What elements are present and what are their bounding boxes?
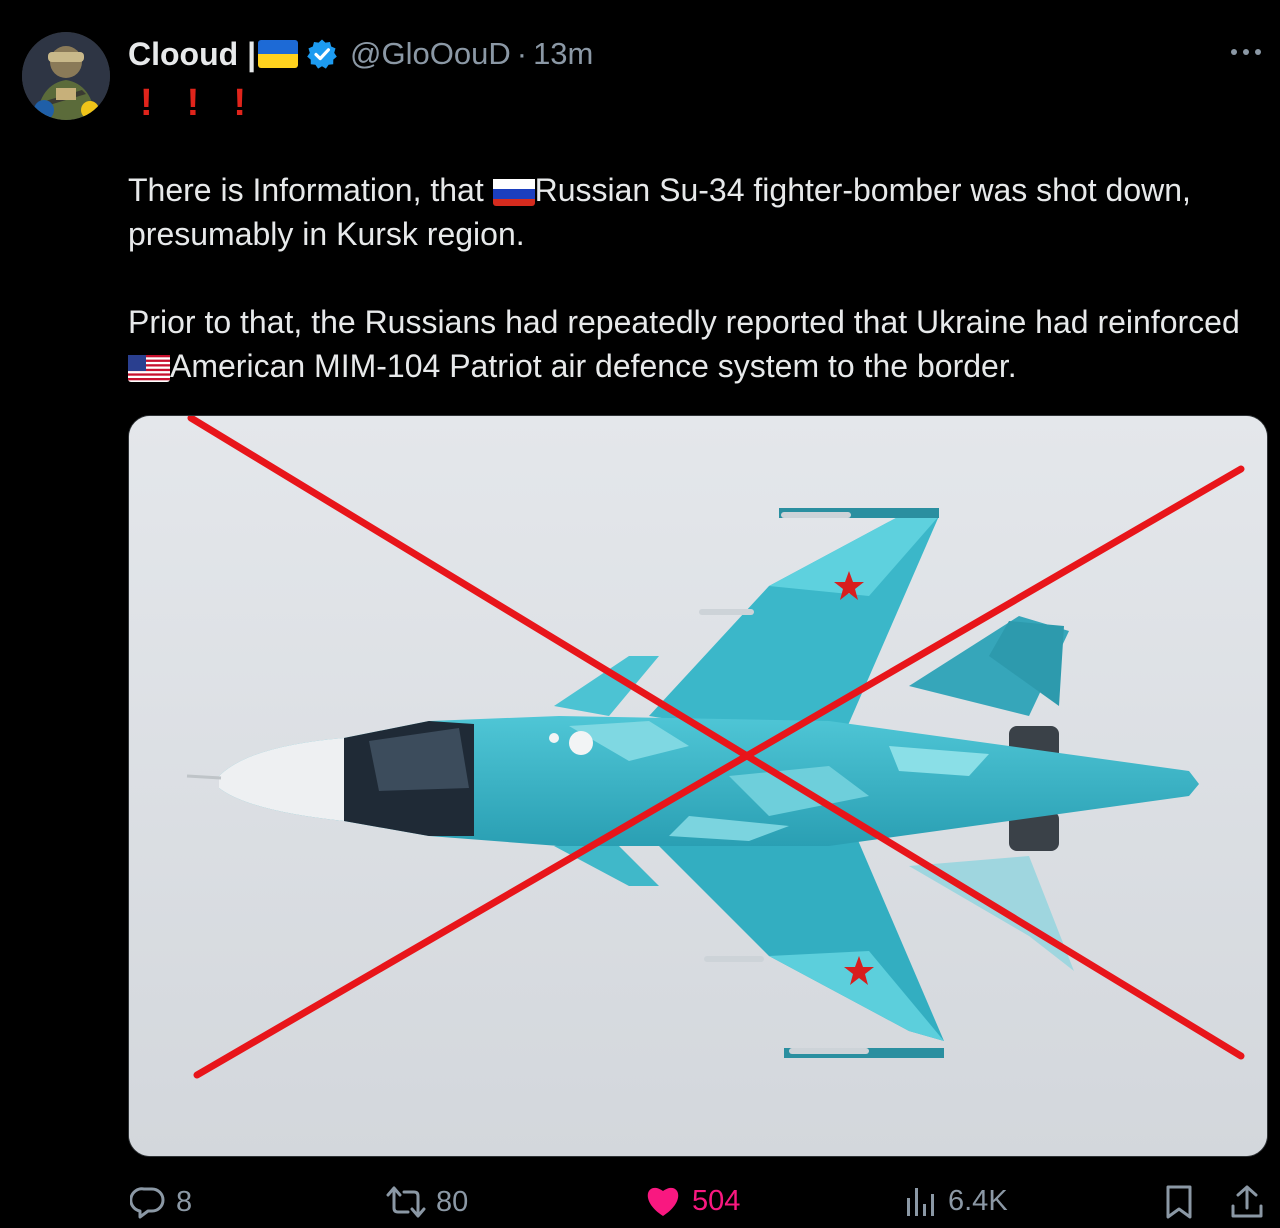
heart-icon bbox=[647, 1187, 679, 1216]
tweet-body: There is Information, that Russian Su-34… bbox=[128, 168, 1258, 432]
more-options-icon[interactable] bbox=[1226, 40, 1266, 64]
action-bar: 8 80 504 6.4K bbox=[0, 1178, 1280, 1228]
exclamation-row: ! ! ! bbox=[140, 82, 246, 124]
reply-button[interactable]: 8 bbox=[130, 1184, 192, 1220]
paragraph-text: Prior to that, the Russians had repeated… bbox=[128, 304, 1240, 340]
tweet: Clooud | @GloOouD · 13m ! ! ! There is I… bbox=[0, 0, 1280, 1228]
view-count: 6.4K bbox=[948, 1184, 1008, 1217]
russia-flag-icon bbox=[492, 176, 535, 206]
timestamp[interactable]: 13m bbox=[533, 36, 593, 72]
usa-flag-icon bbox=[128, 352, 170, 382]
avatar-image bbox=[22, 32, 110, 120]
su-34-jet-image bbox=[129, 416, 1267, 1156]
views-button[interactable]: 6.4K bbox=[904, 1184, 1008, 1218]
avatar[interactable] bbox=[22, 32, 110, 120]
views-icon bbox=[907, 1188, 934, 1216]
like-button[interactable]: 504 bbox=[644, 1184, 740, 1218]
reply-count: 8 bbox=[176, 1185, 193, 1218]
bookmark-button[interactable] bbox=[1164, 1184, 1194, 1220]
display-name[interactable]: Clooud | bbox=[128, 36, 256, 73]
exclamation-mark: ! bbox=[140, 82, 153, 124]
verified-badge-icon bbox=[306, 38, 338, 70]
ukraine-flag-icon bbox=[258, 40, 299, 68]
repost-count: 80 bbox=[436, 1185, 469, 1218]
time-separator: · bbox=[516, 36, 528, 71]
paragraph-text: American MIM-104 Patriot air defence sys… bbox=[170, 348, 1017, 384]
handle[interactable]: @GloOouD bbox=[350, 36, 511, 72]
bookmark-icon bbox=[1166, 1185, 1192, 1219]
repost-button[interactable]: 80 bbox=[386, 1184, 468, 1220]
exclamation-mark: ! bbox=[233, 82, 246, 124]
tweet-media[interactable] bbox=[128, 415, 1268, 1157]
share-button[interactable] bbox=[1230, 1184, 1264, 1220]
tweet-paragraph: Prior to that, the Russians had repeated… bbox=[128, 300, 1258, 388]
share-icon bbox=[1231, 1185, 1263, 1218]
repost-icon bbox=[386, 1186, 426, 1218]
reply-icon bbox=[130, 1187, 165, 1219]
like-count: 504 bbox=[692, 1184, 741, 1217]
exclamation-mark: ! bbox=[186, 82, 200, 124]
paragraph-text: There is Information, that bbox=[128, 172, 493, 208]
tweet-paragraph: There is Information, that Russian Su-34… bbox=[128, 168, 1258, 256]
tweet-header: Clooud | @GloOouD · 13m bbox=[128, 32, 593, 76]
